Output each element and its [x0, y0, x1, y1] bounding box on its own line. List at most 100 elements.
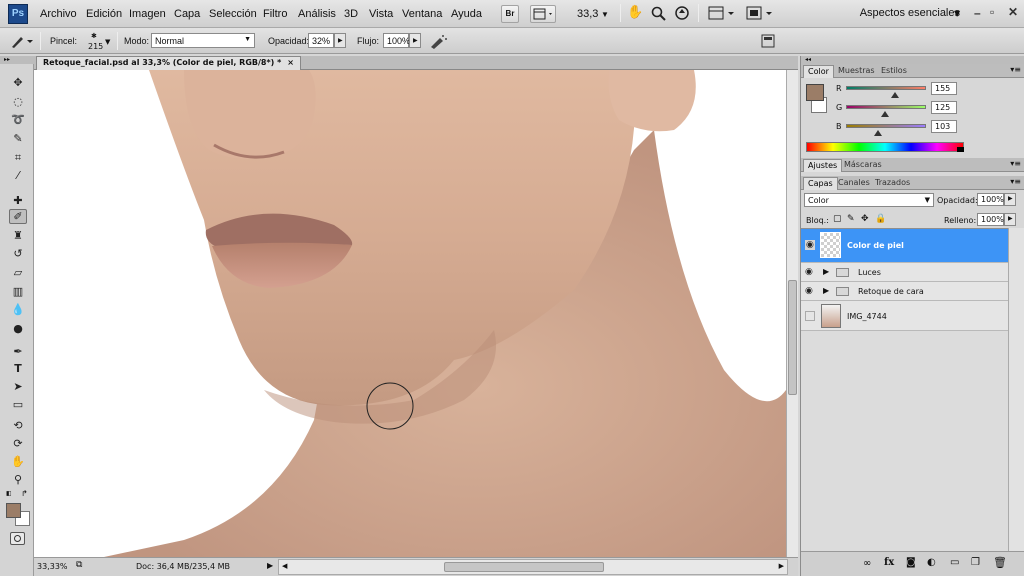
tab-estilos[interactable]: Estilos	[877, 65, 911, 78]
tab-color[interactable]: Color	[803, 65, 834, 78]
vertical-scrollbar[interactable]	[786, 70, 798, 557]
layer-row-color-de-piel[interactable]: ◉ Color de piel	[801, 229, 1008, 263]
foreground-color-swatch[interactable]	[6, 503, 21, 518]
b-slider[interactable]	[846, 124, 926, 128]
path-selection-tool-icon[interactable]: ➤	[9, 379, 27, 394]
r-slider[interactable]	[846, 86, 926, 90]
visibility-eye-icon[interactable]: ◉	[805, 286, 813, 296]
workspace-dropdown-icon[interactable]: ▼	[954, 9, 960, 18]
menu-analisis[interactable]: Análisis	[298, 8, 336, 20]
visibility-eye-icon[interactable]: ◉	[805, 240, 815, 250]
g-slider[interactable]	[846, 105, 926, 109]
marquee-tool-icon[interactable]: ◌	[9, 94, 27, 109]
menu-vista[interactable]: Vista	[369, 8, 393, 20]
bridge-button[interactable]: Br	[501, 5, 519, 23]
lock-pixels-icon[interactable]: ✎	[847, 214, 855, 224]
brush-panel-icon[interactable]	[760, 33, 776, 49]
3d-rotate-tool-icon[interactable]: ⟲	[9, 418, 27, 433]
link-layers-icon[interactable]: ∞	[863, 558, 871, 569]
default-colors-icon[interactable]: ◧	[6, 490, 12, 497]
horizontal-scroll-thumb[interactable]	[444, 562, 604, 572]
menu-ayuda[interactable]: Ayuda	[451, 8, 482, 20]
layer-row-retoque-de-cara[interactable]: ◉ ▶ Retoque de cara	[801, 282, 1008, 301]
layer-row-img-4744[interactable]: IMG_4744	[801, 301, 1008, 331]
tab-canales[interactable]: Canales	[834, 177, 874, 190]
r-value[interactable]: 155	[931, 82, 957, 95]
mode-select[interactable]: Normal ▼	[151, 33, 255, 48]
restore-icon[interactable]: ▫	[990, 5, 994, 19]
layer-row-luces[interactable]: ◉ ▶ Luces	[801, 263, 1008, 282]
eyedropper-tool-icon[interactable]: ⁄	[9, 168, 27, 183]
layers-scrollbar[interactable]	[1008, 228, 1024, 551]
dodge-tool-icon[interactable]: ●	[9, 321, 27, 336]
menu-imagen[interactable]: Imagen	[129, 8, 166, 20]
scroll-left-icon[interactable]: ◀	[282, 562, 287, 570]
zoom-level[interactable]: 33,3	[577, 8, 598, 20]
document-canvas[interactable]	[34, 70, 786, 557]
close-icon[interactable]: ✕	[1008, 5, 1018, 19]
tab-mascaras[interactable]: Máscaras	[840, 159, 886, 172]
view-extras-button[interactable]	[530, 5, 556, 23]
tab-muestras[interactable]: Muestras	[834, 65, 879, 78]
crop-tool-icon[interactable]: ⌗	[9, 150, 27, 165]
gradient-tool-icon[interactable]: ▥	[9, 284, 27, 299]
document-tab[interactable]: Retoque_facial.psd al 33,3% (Color de pi…	[36, 56, 301, 70]
zoom-dropdown-icon[interactable]: ▼	[601, 10, 609, 19]
opacity-input[interactable]: 32%	[308, 33, 334, 48]
visibility-eye-icon[interactable]: ◉	[805, 267, 813, 277]
new-group-icon[interactable]: ▭	[950, 557, 959, 568]
color-panel-menu-icon[interactable]: ▾≡	[1010, 65, 1021, 74]
hand-tool-icon[interactable]: ✋	[9, 454, 27, 469]
fill-slider-button[interactable]: ▶	[1004, 213, 1016, 226]
lasso-tool-icon[interactable]: ➰	[9, 112, 27, 127]
lock-all-icon[interactable]: 🔒	[875, 214, 886, 224]
zoom-tool-icon[interactable]	[651, 6, 667, 22]
airbrush-icon[interactable]	[428, 32, 448, 50]
3d-orbit-tool-icon[interactable]: ⟳	[9, 436, 27, 451]
vertical-scroll-thumb[interactable]	[788, 280, 797, 395]
swap-colors-icon[interactable]: ↱	[21, 489, 28, 498]
menu-filtro[interactable]: Filtro	[263, 8, 287, 20]
add-mask-icon[interactable]: ◙	[906, 557, 916, 568]
tab-capas[interactable]: Capas	[803, 177, 838, 190]
horizontal-scrollbar[interactable]: ◀ ▶	[278, 559, 788, 575]
lock-position-icon[interactable]: ✥	[861, 214, 869, 224]
g-value[interactable]: 125	[931, 101, 957, 114]
tab-trazados[interactable]: Trazados	[871, 177, 914, 190]
opacity-slider-button[interactable]: ▶	[334, 33, 346, 48]
delete-layer-icon[interactable]: 🗑	[993, 556, 1007, 569]
layer-style-icon[interactable]: fx	[884, 557, 894, 568]
blend-mode-select[interactable]: Color ▼	[804, 193, 934, 207]
status-zoom[interactable]: 33,33%	[37, 562, 68, 571]
status-info-icon[interactable]: ⧉	[76, 560, 82, 570]
toolbox-collapse-icon[interactable]: ▸▸	[0, 56, 34, 64]
menu-seleccion[interactable]: Selección	[209, 8, 257, 20]
layer-opacity-input[interactable]: 100%	[977, 193, 1004, 206]
blur-tool-icon[interactable]: 💧	[9, 302, 27, 317]
color-panel-foreground-swatch[interactable]	[806, 84, 824, 101]
brush-dropdown-icon[interactable]: ▼	[105, 38, 110, 46]
hand-tool-icon[interactable]: ✋	[627, 5, 643, 20]
workspace-switcher[interactable]: Aspectos esenciales	[860, 7, 960, 19]
flow-input[interactable]: 100%	[383, 33, 410, 48]
layers-panel-menu-icon[interactable]: ▾≡	[1010, 177, 1021, 186]
move-tool-icon[interactable]: ✥	[9, 75, 27, 90]
screen-mode-icon[interactable]	[746, 6, 774, 22]
brush-tool-icon[interactable]: ✐	[9, 209, 27, 224]
rotate-view-icon[interactable]	[674, 5, 690, 21]
menu-3d[interactable]: 3D	[344, 8, 358, 20]
eraser-tool-icon[interactable]: ▱	[9, 265, 27, 280]
spot-healing-tool-icon[interactable]: ✚	[9, 193, 27, 208]
minimize-icon[interactable]: –	[974, 6, 981, 20]
tab-ajustes[interactable]: Ajustes	[803, 159, 843, 172]
visibility-box-empty[interactable]	[805, 311, 815, 321]
quick-mask-button[interactable]	[10, 532, 25, 545]
fill-input[interactable]: 100%	[977, 213, 1004, 226]
menu-capa[interactable]: Capa	[174, 8, 200, 20]
scroll-right-icon[interactable]: ▶	[779, 562, 784, 570]
history-brush-tool-icon[interactable]: ↺	[9, 246, 27, 261]
clone-stamp-tool-icon[interactable]: ♜	[9, 228, 27, 243]
zoom-tool-icon[interactable]: ⚲	[9, 472, 27, 487]
pen-tool-icon[interactable]: ✒	[9, 344, 27, 359]
group-expand-icon[interactable]: ▶	[823, 267, 829, 276]
